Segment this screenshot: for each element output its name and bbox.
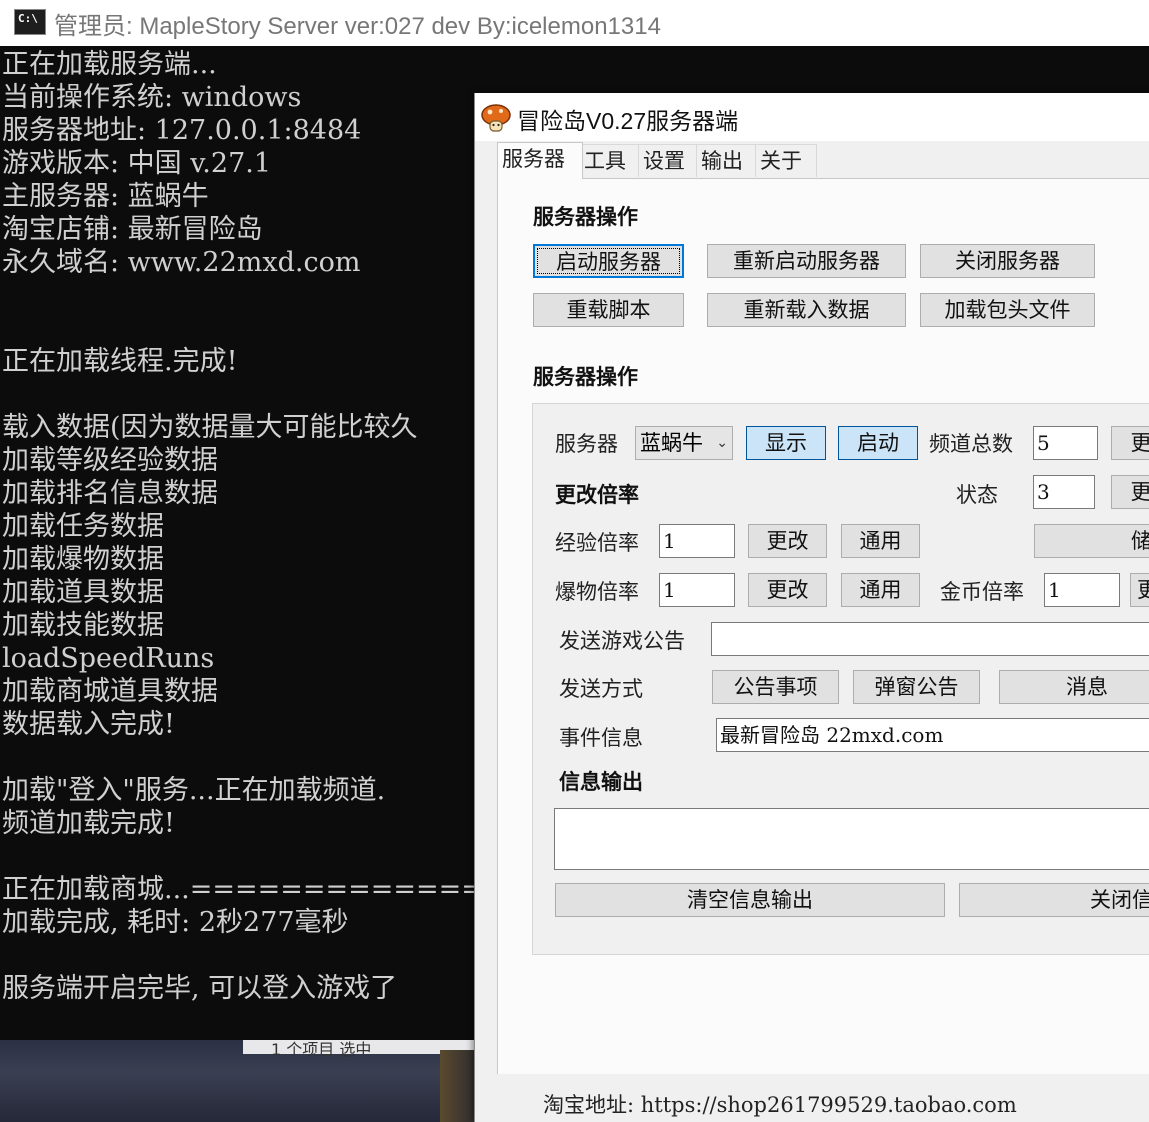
gold-rate-label: 金币倍率 [940, 580, 1024, 604]
mushroom-icon [481, 104, 511, 132]
console-title: 管理员: MapleStory Server ver:027 dev By:ic… [54, 13, 661, 40]
console-line: 加载技能数据 [2, 610, 164, 641]
output-textarea[interactable] [554, 808, 1149, 870]
notice-input[interactable] [711, 622, 1149, 656]
console-line: 游戏版本: 中国 v.27.1 [2, 148, 272, 179]
console-line: 数据载入完成! [2, 709, 175, 740]
channel-total-label: 频道总数 [929, 432, 1013, 456]
status-input[interactable]: 3 [1033, 475, 1095, 509]
console-output: 正在加载服务端... 当前操作系统: windows 服务器地址: 127.0.0.… [2, 48, 482, 1005]
console-line: 正在加载商城...=============== [2, 874, 482, 905]
clear-output-button[interactable]: 清空信息输出 [555, 883, 945, 917]
exp-general-button[interactable]: 通用 [841, 524, 920, 558]
exp-change-button[interactable]: 更改 [748, 524, 827, 558]
tab-settings[interactable]: 设置 [638, 144, 700, 177]
tab-about[interactable]: 关于 [755, 144, 817, 177]
change-rate-title: 更改倍率 [555, 482, 639, 507]
notice-items-button[interactable]: 公告事项 [712, 670, 839, 704]
drop-general-button[interactable]: 通用 [841, 573, 920, 607]
console-line: 加载等级经验数据 [2, 445, 218, 476]
stop-server-button[interactable]: 关闭服务器 [920, 244, 1095, 278]
start-button[interactable]: 启动 [838, 426, 918, 460]
channel-change-button[interactable]: 更 [1111, 426, 1149, 460]
console-line: 加载"登入"服务...正在加载频道. [2, 775, 386, 806]
status-label: 状态 [956, 483, 998, 507]
drop-change-button[interactable]: 更改 [748, 573, 827, 607]
load-packet-header-button[interactable]: 加载包头文件 [920, 293, 1095, 327]
exp-rate-input[interactable]: 1 [659, 524, 735, 558]
exp-rate-label: 经验倍率 [555, 531, 639, 555]
app-titlebar[interactable]: 冒险岛V0.27服务器端 [475, 93, 1149, 141]
show-button[interactable]: 显示 [746, 426, 826, 460]
console-line: 频道加载完成! [2, 808, 175, 839]
console-line: 加载商城道具数据 [2, 676, 218, 707]
taobao-footer: 淘宝地址: https://shop261799529.taobao.com [543, 1093, 1017, 1117]
status-change-button[interactable]: 更 [1111, 475, 1149, 509]
console-line: loadSpeedRuns [2, 643, 215, 674]
server-select-value: 蓝蜗牛 [640, 431, 703, 455]
console-line: 载入数据(因为数据量大可能比较久 [2, 412, 418, 443]
console-line: 主服务器: 蓝蜗牛 [2, 181, 209, 212]
server-app-window: 冒险岛V0.27服务器端 服务器 工具 设置 输出 关于 服务器操作 启动服务器… [474, 93, 1149, 1122]
reload-scripts-button[interactable]: 重载脚本 [533, 293, 684, 327]
console-line: 加载道具数据 [2, 577, 164, 608]
console-line: 服务端开启完毕, 可以登入游戏了 [2, 973, 398, 1004]
start-server-button[interactable]: 启动服务器 [533, 244, 684, 278]
console-line: 永久域名: www.22mxd.com [2, 247, 361, 278]
restart-server-button[interactable]: 重新启动服务器 [707, 244, 906, 278]
console-app-icon: C:\ [14, 9, 46, 35]
event-input[interactable]: 最新冒险岛 22mxd.com [716, 718, 1149, 752]
console-line: 加载排名信息数据 [2, 478, 218, 509]
console-line: 加载任务数据 [2, 511, 164, 542]
server-label: 服务器 [555, 432, 618, 456]
server-select[interactable]: 蓝蜗牛 ⌄ [635, 426, 733, 460]
reload-data-button[interactable]: 重新载入数据 [707, 293, 906, 327]
popup-notice-button[interactable]: 弹窗公告 [853, 670, 980, 704]
app-title: 冒险岛V0.27服务器端 [517, 108, 739, 134]
event-label: 事件信息 [559, 726, 643, 750]
gold-rate-input[interactable]: 1 [1044, 573, 1120, 607]
console-line: 当前操作系统: windows [2, 82, 302, 113]
tab-output[interactable]: 输出 [696, 144, 758, 177]
console-titlebar[interactable]: C:\ 管理员: MapleStory Server ver:027 dev B… [0, 0, 1149, 46]
message-button[interactable]: 消息 [999, 670, 1149, 704]
console-line: 正在加载服务端... [2, 49, 217, 80]
console-line: 淘宝店铺: 最新冒险岛 [2, 214, 263, 245]
notice-label: 发送游戏公告 [559, 629, 685, 653]
console-line: 加载爆物数据 [2, 544, 164, 575]
output-title: 信息输出 [559, 769, 643, 794]
drop-rate-label: 爆物倍率 [555, 580, 639, 604]
drop-rate-input[interactable]: 1 [659, 573, 735, 607]
server-ops-title: 服务器操作 [533, 204, 638, 229]
store-button[interactable]: 储存 [1034, 524, 1149, 558]
channel-total-input[interactable]: 5 [1033, 426, 1098, 460]
console-line: 正在加载线程.完成! [2, 346, 238, 377]
tab-server[interactable]: 服务器 [497, 142, 583, 179]
tab-tools[interactable]: 工具 [579, 144, 641, 177]
chevron-down-icon: ⌄ [716, 435, 728, 451]
server-ops-title-2: 服务器操作 [533, 364, 638, 389]
console-line: 服务器地址: 127.0.0.1:8484 [2, 115, 362, 146]
method-label: 发送方式 [559, 677, 643, 701]
gold-change-button[interactable]: 更 [1130, 573, 1149, 607]
close-output-button[interactable]: 关闭信 [959, 883, 1149, 917]
console-line: 加载完成, 耗时: 2秒277毫秒 [2, 907, 349, 938]
